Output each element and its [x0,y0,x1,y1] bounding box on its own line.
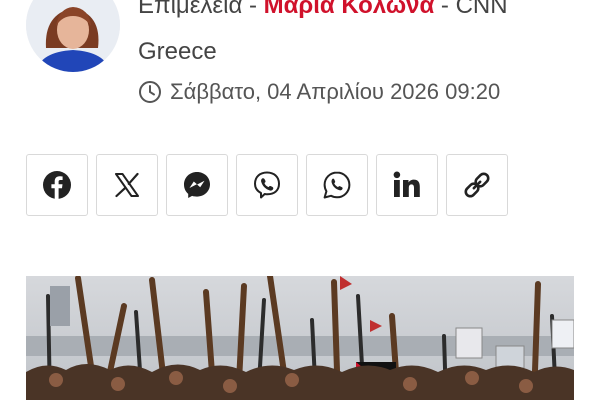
share-linkedin-button[interactable] [376,154,438,216]
share-viber-button[interactable] [236,154,298,216]
copy-link-button[interactable] [446,154,508,216]
publish-date: Σάββατο, 04 Απριλίου 2026 09:20 [138,78,500,106]
byline-prefix: Επιμέλεια - [138,0,264,19]
byline: Επιμέλεια - Μαρία Κολώνα - CNN [138,0,508,20]
share-whatsapp-button[interactable] [306,154,368,216]
byline-outlet: Greece [138,38,217,65]
share-facebook-button[interactable] [26,154,88,216]
facebook-icon [43,171,71,199]
viber-icon [254,171,280,199]
share-x-button[interactable] [96,154,158,216]
whatsapp-icon [323,171,351,199]
share-messenger-button[interactable] [166,154,228,216]
author-photo [26,0,120,72]
author-avatar[interactable] [26,0,120,72]
clock-icon [139,81,161,103]
link-icon [464,172,490,198]
share-bar [26,154,508,216]
author-name[interactable]: Μαρία Κολώνα [264,0,435,19]
byline-suffix: - CNN [434,0,508,19]
x-icon [115,172,139,198]
messenger-icon [184,172,210,198]
crowd-rifles-photo [26,276,574,400]
linkedin-icon [393,171,420,197]
publish-date-text: Σάββατο, 04 Απριλίου 2026 09:20 [170,79,501,104]
article-hero-image[interactable] [26,276,574,400]
